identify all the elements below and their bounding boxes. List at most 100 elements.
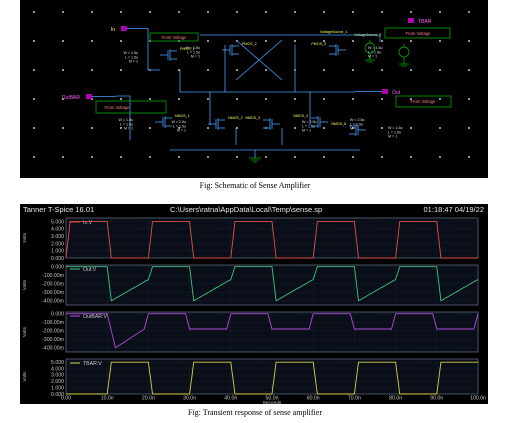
grid-dot bbox=[468, 156, 470, 158]
grid-dot bbox=[236, 156, 238, 158]
out-pin-label: Out bbox=[392, 90, 401, 96]
transistor-param: M = 1 bbox=[368, 55, 377, 59]
grid-dot bbox=[468, 98, 470, 100]
x-tick-label: 40.0n bbox=[224, 396, 237, 402]
grid-dot bbox=[323, 127, 325, 129]
y-tick-label: -200.00m bbox=[42, 282, 64, 288]
outbar-pin-label: OutBAR bbox=[62, 95, 81, 101]
outbar-pin-marker bbox=[86, 94, 92, 99]
grid-dot bbox=[468, 11, 470, 13]
grid-dot bbox=[62, 40, 64, 42]
grid-dot bbox=[62, 11, 64, 13]
transistor-label: NMOS_2 bbox=[228, 116, 243, 120]
transistor-param: M = 1 bbox=[129, 60, 138, 64]
transistor-label: NMOS_3 bbox=[245, 116, 260, 120]
tspice-waveform-window: Tanner T-Spice 16.01 C:\Users\ratna\AppD… bbox=[20, 204, 488, 404]
grid-dot bbox=[62, 127, 64, 129]
x-tick-label: 90.0n bbox=[430, 396, 443, 402]
out-pin-marker bbox=[382, 89, 388, 94]
grid-dot bbox=[178, 156, 180, 158]
y-tick-label: 0.000 bbox=[51, 265, 64, 271]
grid-dot bbox=[381, 11, 383, 13]
grid-dot bbox=[352, 98, 354, 100]
grid-dot bbox=[120, 69, 122, 71]
y-tick-label: 4.000 bbox=[51, 366, 64, 372]
waveform-plots: 5.0004.0003.0002.0001.0000.000VoltsIn:V0… bbox=[22, 217, 486, 404]
grid-dot bbox=[120, 127, 122, 129]
transistor-pmos-3: PMOS_3W = 1.5uL = 1.5uM = 1 bbox=[311, 42, 382, 59]
y-axis-label: Volts bbox=[22, 371, 27, 382]
from-voltage-far-label: From Voltage bbox=[406, 31, 432, 36]
transistor-label: NMOS_1 bbox=[175, 114, 190, 118]
transistor-nmos-3: NMOS_3W = 2.5uL = 1.5uM = 1 bbox=[245, 116, 316, 133]
grid-dot bbox=[207, 127, 209, 129]
grid-dot bbox=[33, 40, 35, 42]
grid-dot bbox=[120, 156, 122, 158]
y-tick-label: 5.000 bbox=[51, 219, 64, 225]
transistor-label: PMOS_3 bbox=[311, 42, 326, 46]
grid-dot bbox=[323, 11, 325, 13]
grid-dot bbox=[323, 69, 325, 71]
tspice-timestamp: 01:18:47 04/19/22 bbox=[423, 205, 484, 214]
grid-dot bbox=[149, 11, 151, 13]
y-tick-label: -300.00m bbox=[42, 337, 64, 343]
grid-dot bbox=[120, 40, 122, 42]
grid-dot bbox=[439, 40, 441, 42]
grid-dot bbox=[352, 11, 354, 13]
transistor-nmos-2: NMOS_2W = 2.5uL = 1.5uM = 1 bbox=[172, 116, 243, 133]
vsource-1-label: VoltageSource_1 bbox=[320, 30, 347, 34]
grid-dot bbox=[149, 156, 151, 158]
y-tick-label: -300.00m bbox=[42, 290, 64, 296]
grid-dot bbox=[468, 69, 470, 71]
y-tick-label: 0.000 bbox=[51, 256, 64, 262]
grid-dot bbox=[207, 98, 209, 100]
y-tick-label: 5.000 bbox=[51, 360, 64, 366]
grid-dot bbox=[236, 11, 238, 13]
grid-dot bbox=[294, 127, 296, 129]
grid-dot bbox=[381, 98, 383, 100]
transistor-pmos-2: PMOS_2W = 1.5uL = 1.5uM = 1 bbox=[186, 42, 257, 59]
grid-dot bbox=[323, 98, 325, 100]
transistor-param: M = 1 bbox=[177, 129, 186, 133]
waveform-panel-3: 0.000 -100.00m -200.00m -300.00m -400.00m Vol… bbox=[22, 312, 479, 353]
transistor-param: M = 1 bbox=[124, 127, 133, 131]
grid-dot bbox=[439, 156, 441, 158]
grid-dot bbox=[33, 69, 35, 71]
y-axis-label: Volts bbox=[22, 326, 27, 337]
grid-dot bbox=[178, 98, 180, 100]
legend-label: OutBAR:V bbox=[83, 314, 107, 320]
waveform-panel-2: 0.000 -100.00m -200.00m -300.00m -400.00m Vol… bbox=[22, 265, 479, 306]
grid-dot bbox=[381, 156, 383, 158]
legend-label: Out:V bbox=[83, 267, 97, 273]
grid-dot bbox=[410, 40, 412, 42]
waveform-panel-4: 5.0004.0003.0002.0001.0000.000VoltsTBAR:… bbox=[22, 358, 479, 398]
in-pin-label: In bbox=[111, 27, 115, 33]
from-voltage-left-label: From Voltage bbox=[105, 105, 131, 110]
grid-dot bbox=[207, 69, 209, 71]
x-tick-label: 60.0n bbox=[307, 396, 320, 402]
grid-dot bbox=[33, 98, 35, 100]
y-tick-label: -400.00m bbox=[42, 299, 64, 305]
grid-dot bbox=[91, 40, 93, 42]
transistor-label: PMOS_2 bbox=[242, 42, 257, 46]
schematic-caption: Fig: Schematic of Sense Amplifier bbox=[199, 181, 311, 190]
tbar-pin-label: TBAR bbox=[418, 19, 432, 25]
x-tick-label: 80.0n bbox=[389, 396, 402, 402]
grid-dot bbox=[91, 156, 93, 158]
grid-dot bbox=[91, 11, 93, 13]
x-tick-label: 10.0n bbox=[101, 396, 114, 402]
tspice-file-path: C:\Users\ratna\AppData\Local\Temp\sense.… bbox=[170, 205, 323, 214]
sense-amplifier-schematic: In From Voltage OutBAR From Voltage Out … bbox=[20, 0, 488, 178]
grid-dot bbox=[439, 69, 441, 71]
grid-dot bbox=[265, 98, 267, 100]
x-tick-label: 0.00 bbox=[61, 396, 71, 402]
schematic-grid-dots bbox=[33, 11, 470, 158]
grid-dot bbox=[62, 156, 64, 158]
grid-dot bbox=[410, 156, 412, 158]
grid-dot bbox=[120, 98, 122, 100]
from-voltage-right-label: From Voltage bbox=[411, 99, 437, 104]
grid-dot bbox=[149, 127, 151, 129]
grid-dot bbox=[91, 127, 93, 129]
grid-dot bbox=[91, 69, 93, 71]
schematic-wiring bbox=[116, 28, 381, 158]
